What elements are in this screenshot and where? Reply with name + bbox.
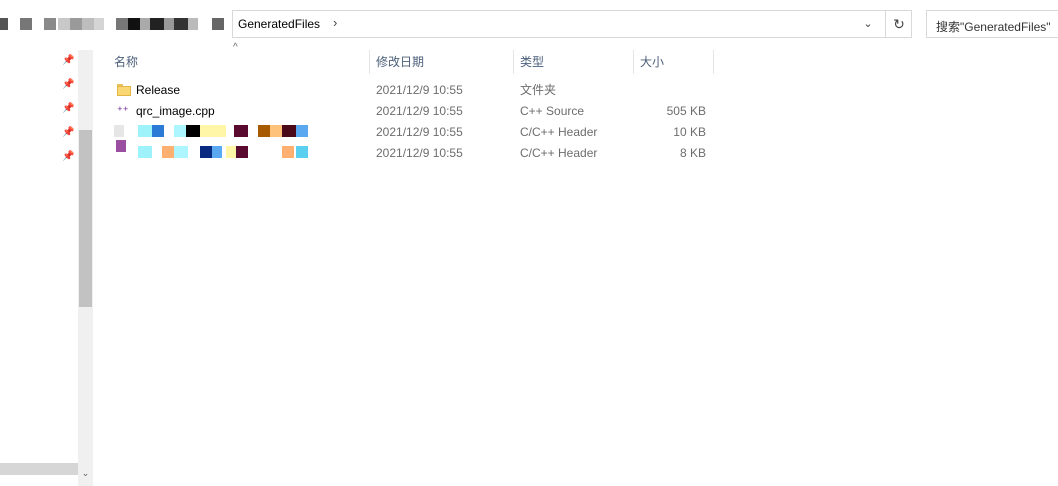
column-header-size-label: 大小 — [640, 55, 665, 69]
cpp-file-icon: ⁺⁺ — [117, 105, 129, 117]
refresh-icon[interactable]: ↻ — [885, 11, 912, 37]
nav-scroll-thumb[interactable] — [79, 130, 92, 307]
scroll-down-arrow-icon[interactable]: ⌄ — [78, 466, 93, 480]
file-name[interactable]: qrc_image.cpp — [136, 101, 215, 122]
redacted-file-name — [114, 140, 314, 160]
file-size: 10 KB — [673, 125, 706, 139]
pin-icon[interactable]: 📌 — [62, 55, 74, 67]
file-type: C/C++ Header — [520, 146, 598, 160]
file-list[interactable]: ^ 名称 修改日期 类型 大小 Release 2021/12/9 10:55 … — [94, 42, 1058, 486]
file-type: C/C++ Header — [520, 125, 598, 139]
breadcrumb-chevron-icon[interactable]: › — [333, 15, 337, 30]
search-box[interactable]: 搜索"GeneratedFiles" — [926, 10, 1058, 38]
nav-vertical-scrollbar[interactable]: ⌄ — [78, 50, 93, 486]
column-header-name-label: 名称 — [114, 55, 139, 69]
file-row-header-2[interactable]: 2021/12/9 10:55 C/C++ Header 8 KB — [94, 140, 1058, 164]
pin-icon[interactable]: 📌 — [62, 127, 74, 139]
search-placeholder[interactable]: 搜索"GeneratedFiles" — [936, 18, 1051, 35]
column-header-type[interactable]: 类型 — [514, 50, 634, 74]
file-row-header-1[interactable]: 2021/12/9 10:55 C/C++ Header 10 KB — [94, 122, 1058, 143]
redacted-breadcrumb — [0, 18, 225, 30]
column-header-date-label: 修改日期 — [376, 55, 425, 69]
column-header-type-label: 类型 — [520, 55, 545, 69]
pin-icon[interactable]: 📌 — [62, 79, 74, 91]
file-date: 2021/12/9 10:55 — [376, 125, 463, 139]
file-row-release[interactable]: Release 2021/12/9 10:55 文件夹 — [94, 80, 1058, 101]
breadcrumb-current-folder[interactable]: GeneratedFiles — [238, 17, 320, 31]
pin-icon[interactable]: 📌 — [62, 103, 74, 115]
nav-horizontal-scrollbar[interactable] — [0, 463, 78, 475]
file-name[interactable]: Release — [136, 80, 180, 101]
folder-icon — [117, 84, 131, 96]
file-date: 2021/12/9 10:55 — [376, 83, 463, 97]
column-header-size[interactable]: 大小 — [634, 50, 714, 74]
column-header-date[interactable]: 修改日期 — [370, 50, 514, 74]
file-type: C++ Source — [520, 104, 585, 118]
address-dropdown-chevron-icon[interactable]: ⌄ — [854, 11, 882, 37]
file-type: 文件夹 — [520, 83, 557, 97]
address-bar[interactable]: GeneratedFiles › ⌄ ↻ — [232, 10, 912, 38]
column-header-name[interactable]: 名称 — [114, 50, 370, 74]
file-date: 2021/12/9 10:55 — [376, 146, 463, 160]
navigation-pane[interactable]: 📌 📌 📌 📌 📌 ⌄ — [0, 50, 94, 486]
redacted-file-name — [114, 125, 314, 139]
pin-icon[interactable]: 📌 — [62, 151, 74, 163]
file-date: 2021/12/9 10:55 — [376, 104, 463, 118]
file-size: 8 KB — [679, 146, 706, 160]
file-size: 505 KB — [666, 104, 706, 118]
file-size — [634, 80, 706, 101]
file-row-qrc-image-cpp[interactable]: ⁺⁺ qrc_image.cpp 2021/12/9 10:55 C++ Sou… — [94, 101, 1058, 122]
